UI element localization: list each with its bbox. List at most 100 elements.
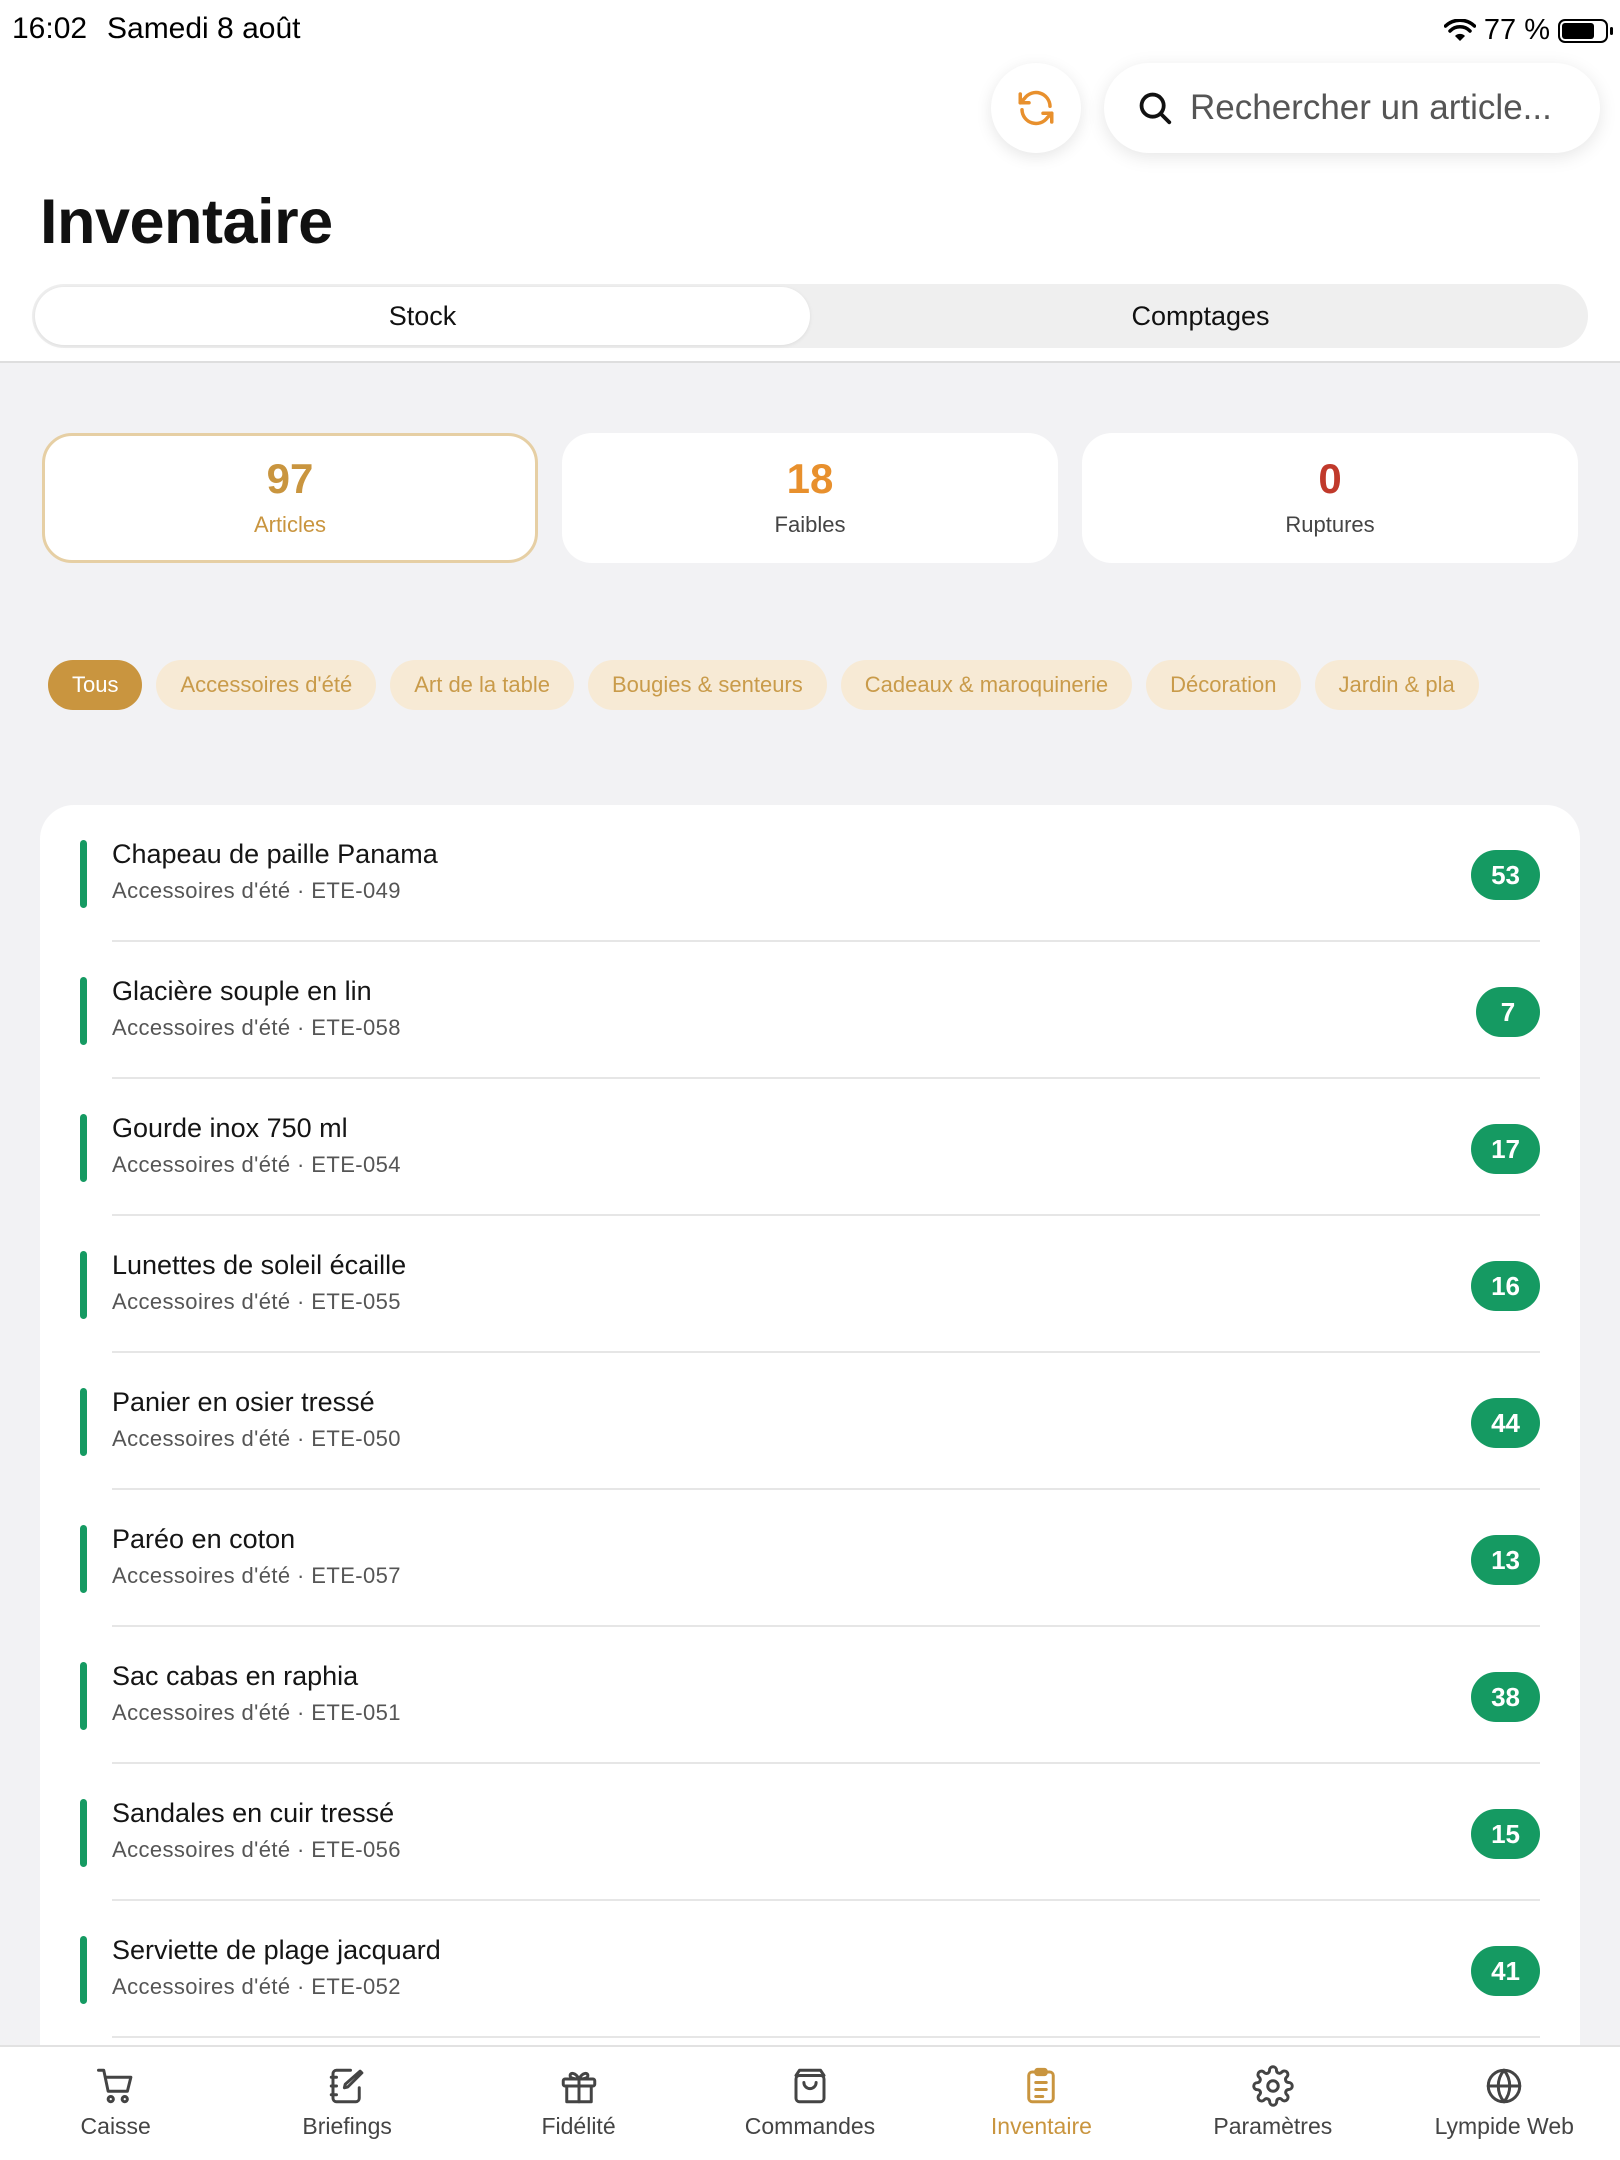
stock-count-badge: 53 bbox=[1471, 850, 1540, 900]
header: 16:02 Samedi 8 août 77 % Rechercher un a… bbox=[0, 0, 1620, 363]
filter-chip-art-de-la-table[interactable]: Art de la table bbox=[390, 660, 574, 710]
item-name: Panier en osier tressé bbox=[112, 1387, 375, 1417]
segmented-control: Stock Comptages bbox=[32, 284, 1588, 348]
list-item[interactable]: Glacière souple en lin Accessoires d'été… bbox=[40, 942, 1580, 1079]
stock-count-badge: 44 bbox=[1471, 1398, 1540, 1448]
status-indicators: 77 % bbox=[1443, 14, 1613, 47]
stat-label: Articles bbox=[253, 512, 327, 537]
list-item[interactable]: Sandales en cuir tressé Accessoires d'ét… bbox=[40, 1764, 1580, 1901]
list-item[interactable]: Serviette de plage jacquard Accessoires … bbox=[40, 1901, 1580, 2038]
stock-level-indicator bbox=[80, 1799, 87, 1867]
stat-card-articles[interactable]: 97 Articles bbox=[42, 433, 538, 563]
notebook-edit-icon bbox=[329, 2068, 364, 2104]
stock-level-indicator bbox=[80, 1525, 87, 1593]
filter-chip-tous[interactable]: Tous bbox=[48, 660, 143, 710]
tab-label: Inventaire bbox=[990, 2113, 1092, 2139]
tab-label: Briefings bbox=[302, 2113, 392, 2139]
tab-parametres[interactable]: Paramètres bbox=[1157, 2047, 1388, 2160]
item-name: Gourde inox 750 ml bbox=[112, 1113, 348, 1143]
segment-stock[interactable]: Stock bbox=[35, 287, 810, 345]
stock-level-indicator bbox=[80, 1114, 87, 1182]
stock-count-badge: 7 bbox=[1476, 987, 1540, 1037]
filter-chip-jardin[interactable]: Jardin & pla bbox=[1314, 660, 1479, 710]
search-icon bbox=[1139, 92, 1172, 125]
tab-fidelite[interactable]: Fidélité bbox=[463, 2047, 694, 2160]
item-meta: Accessoires d'été · ETE-051 bbox=[112, 1700, 401, 1725]
refresh-icon bbox=[1018, 90, 1054, 126]
item-name: Sac cabas en raphia bbox=[112, 1661, 359, 1691]
tab-label: Paramètres bbox=[1213, 2113, 1333, 2139]
stat-label: Ruptures bbox=[1285, 512, 1375, 537]
tab-briefings[interactable]: Briefings bbox=[231, 2047, 462, 2160]
stock-level-indicator bbox=[80, 1936, 87, 2004]
item-list: Chapeau de paille Panama Accessoires d'é… bbox=[40, 805, 1580, 2105]
item-meta: Accessoires d'été · ETE-055 bbox=[112, 1289, 401, 1314]
item-name: Serviette de plage jacquard bbox=[112, 1935, 441, 1965]
item-meta: Accessoires d'été · ETE-058 bbox=[112, 1015, 401, 1040]
gear-icon bbox=[1252, 2065, 1294, 2107]
tab-bar: Caisse Briefings Fidélité Commandes Inve… bbox=[0, 2045, 1620, 2160]
item-name: Chapeau de paille Panama bbox=[112, 839, 438, 869]
list-item[interactable]: Panier en osier tressé Accessoires d'été… bbox=[40, 1353, 1580, 1490]
inventory-screen: 16:02 Samedi 8 août 77 % Rechercher un a… bbox=[0, 0, 1620, 2160]
stock-count-badge: 15 bbox=[1471, 1809, 1540, 1859]
list-item[interactable]: Lunettes de soleil écaille Accessoires d… bbox=[40, 1216, 1580, 1353]
cart-icon bbox=[96, 2068, 133, 2104]
clipboard-list-icon bbox=[1027, 2067, 1056, 2104]
item-name: Paréo en coton bbox=[112, 1524, 296, 1554]
page-title: Inventaire bbox=[40, 187, 333, 257]
tab-commandes[interactable]: Commandes bbox=[694, 2047, 925, 2160]
stat-card-ruptures[interactable]: 0 Ruptures bbox=[1082, 433, 1578, 563]
stock-level-indicator bbox=[80, 977, 87, 1045]
stat-value: 18 bbox=[786, 455, 834, 502]
battery-icon bbox=[1558, 18, 1613, 43]
filter-chip-bougies[interactable]: Bougies & senteurs bbox=[587, 660, 827, 710]
item-meta: Accessoires d'été · ETE-057 bbox=[112, 1563, 401, 1588]
list-item[interactable]: Paréo en coton Accessoires d'été · ETE-0… bbox=[40, 1490, 1580, 1627]
filter-chip-cadeaux[interactable]: Cadeaux & maroquinerie bbox=[840, 660, 1133, 710]
tab-caisse[interactable]: Caisse bbox=[0, 2047, 231, 2160]
item-name: Sandales en cuir tressé bbox=[112, 1798, 395, 1828]
search-input[interactable] bbox=[1190, 88, 1590, 128]
tab-label: Caisse bbox=[80, 2113, 151, 2139]
stat-value: 97 bbox=[266, 455, 314, 502]
item-name: Lunettes de soleil écaille bbox=[112, 1250, 407, 1280]
stock-level-indicator bbox=[80, 1388, 87, 1456]
item-meta: Accessoires d'été · ETE-052 bbox=[112, 1974, 401, 1999]
refresh-button[interactable] bbox=[991, 63, 1081, 153]
filter-chip-accessoires[interactable]: Accessoires d'été bbox=[156, 660, 377, 710]
stock-count-badge: 38 bbox=[1471, 1672, 1540, 1722]
search-bar[interactable] bbox=[1104, 63, 1600, 153]
stock-count-badge: 41 bbox=[1471, 1946, 1540, 1996]
tab-label: Commandes bbox=[744, 2113, 876, 2139]
battery-percent: 77 % bbox=[1483, 14, 1550, 46]
stock-level-indicator bbox=[80, 1251, 87, 1319]
tab-label: Lympide Web bbox=[1434, 2113, 1574, 2139]
stock-count-badge: 13 bbox=[1471, 1535, 1540, 1585]
list-item[interactable]: Gourde inox 750 ml Accessoires d'été · E… bbox=[40, 1079, 1580, 1216]
gift-icon bbox=[561, 2071, 596, 2104]
tab-lympide-web[interactable]: Lympide Web bbox=[1389, 2047, 1620, 2160]
stat-label: Faibles bbox=[774, 512, 846, 537]
list-item[interactable]: Sac cabas en raphia Accessoires d'été · … bbox=[40, 1627, 1580, 1764]
category-filter-bar: Tous Accessoires d'été Art de la table Boug… bbox=[48, 660, 1580, 712]
item-meta: Accessoires d'été · ETE-049 bbox=[112, 878, 401, 903]
item-meta: Accessoires d'été · ETE-054 bbox=[112, 1152, 401, 1177]
list-item[interactable]: Chapeau de paille Panama Accessoires d'é… bbox=[40, 805, 1580, 942]
globe-icon bbox=[1486, 2068, 1522, 2104]
status-date: Samedi 8 août bbox=[107, 12, 301, 45]
shopping-bag-icon bbox=[794, 2068, 826, 2104]
stock-count-badge: 16 bbox=[1471, 1261, 1540, 1311]
stat-card-faibles[interactable]: 18 Faibles bbox=[562, 433, 1058, 563]
status-time: 16:02 bbox=[12, 12, 88, 45]
stock-level-indicator bbox=[80, 1662, 87, 1730]
segment-comptages[interactable]: Comptages bbox=[813, 284, 1588, 348]
stat-value: 0 bbox=[1318, 455, 1342, 502]
item-name: Glacière souple en lin bbox=[112, 976, 372, 1006]
filter-chip-decoration[interactable]: Décoration bbox=[1146, 660, 1301, 710]
stock-count-badge: 17 bbox=[1471, 1124, 1540, 1174]
stock-level-indicator bbox=[80, 840, 87, 908]
tab-label: Fidélité bbox=[541, 2113, 616, 2139]
tab-inventaire[interactable]: Inventaire bbox=[926, 2047, 1157, 2160]
wifi-icon bbox=[1443, 18, 1476, 41]
